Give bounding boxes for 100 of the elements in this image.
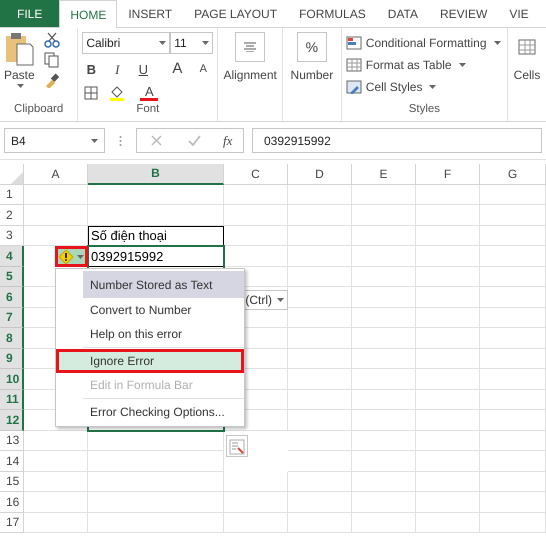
- cell[interactable]: [416, 369, 480, 390]
- cell[interactable]: [416, 266, 480, 287]
- cell[interactable]: [480, 328, 546, 348]
- cell[interactable]: [480, 430, 546, 451]
- cell[interactable]: [416, 328, 480, 348]
- column-header[interactable]: E: [352, 164, 416, 184]
- row-header[interactable]: 5: [0, 266, 24, 287]
- cell[interactable]: [480, 348, 546, 369]
- italic-button[interactable]: I: [108, 60, 126, 79]
- cell[interactable]: [352, 328, 416, 348]
- cell[interactable]: [480, 205, 546, 226]
- cell[interactable]: [24, 205, 88, 226]
- ribbon-tab[interactable]: VIE: [498, 0, 540, 27]
- cell[interactable]: [480, 369, 546, 390]
- cell[interactable]: [416, 451, 480, 472]
- row-header[interactable]: 13: [0, 430, 24, 451]
- cell[interactable]: [288, 348, 352, 369]
- file-tab[interactable]: FILE: [0, 0, 60, 27]
- cell[interactable]: [288, 451, 352, 472]
- cell[interactable]: [352, 308, 416, 328]
- cell[interactable]: [88, 184, 224, 205]
- alignment-icon[interactable]: [235, 32, 266, 62]
- cell[interactable]: [88, 492, 224, 512]
- fill-color-icon[interactable]: [108, 84, 126, 100]
- ribbon-tab[interactable]: REVIEW: [428, 0, 498, 27]
- row-header[interactable]: 17: [0, 512, 24, 533]
- cell[interactable]: Số điện thoại: [88, 226, 224, 246]
- cell[interactable]: [416, 472, 480, 492]
- cell[interactable]: [416, 308, 480, 328]
- cell[interactable]: [480, 287, 546, 308]
- row-header[interactable]: 3: [0, 226, 24, 246]
- cell[interactable]: [24, 472, 88, 492]
- column-header[interactable]: B: [88, 164, 224, 184]
- cell[interactable]: [352, 512, 416, 533]
- ribbon-tab[interactable]: HOME: [59, 0, 118, 28]
- cell[interactable]: [288, 390, 352, 410]
- grow-font-button[interactable]: A: [168, 58, 186, 80]
- cell[interactable]: [24, 184, 88, 205]
- cell[interactable]: [352, 226, 416, 246]
- cell[interactable]: [480, 246, 546, 266]
- cell[interactable]: [224, 512, 288, 533]
- cell[interactable]: [88, 451, 224, 472]
- alignment-button[interactable]: Alignment: [222, 66, 278, 84]
- formula-field[interactable]: 0392915992: [252, 128, 542, 153]
- cell[interactable]: [288, 205, 352, 226]
- cell[interactable]: [224, 184, 288, 205]
- row-header[interactable]: 6: [0, 287, 24, 308]
- percent-button[interactable]: %: [296, 32, 327, 62]
- cell[interactable]: [480, 410, 546, 430]
- column-header[interactable]: D: [288, 164, 352, 184]
- cell[interactable]: [352, 369, 416, 390]
- cell[interactable]: [480, 492, 546, 512]
- menu-item[interactable]: Ignore Error: [56, 349, 244, 373]
- column-header[interactable]: F: [416, 164, 480, 184]
- row-header[interactable]: 14: [0, 451, 24, 472]
- cell[interactable]: [288, 308, 352, 328]
- cell[interactable]: [88, 512, 224, 533]
- cell[interactable]: [352, 205, 416, 226]
- cell[interactable]: [416, 205, 480, 226]
- row-header[interactable]: 8: [0, 328, 24, 348]
- cell[interactable]: [480, 308, 546, 328]
- cell[interactable]: [416, 226, 480, 246]
- cell[interactable]: [288, 492, 352, 512]
- cell[interactable]: [352, 348, 416, 369]
- cell[interactable]: [288, 328, 352, 348]
- row-header[interactable]: 12: [0, 410, 24, 430]
- paste-button[interactable]: Paste: [4, 32, 35, 88]
- row-header[interactable]: 7: [0, 308, 24, 328]
- cell[interactable]: [288, 184, 352, 205]
- row-header[interactable]: 11: [0, 390, 24, 410]
- style-menu-button[interactable]: Conditional Formatting: [346, 32, 503, 54]
- font-name-field[interactable]: Calibri: [82, 32, 170, 54]
- cell[interactable]: [288, 472, 352, 492]
- bold-button[interactable]: B: [82, 60, 100, 79]
- row-header[interactable]: 9: [0, 348, 24, 369]
- cell[interactable]: [352, 287, 416, 308]
- cell[interactable]: [416, 348, 480, 369]
- cell[interactable]: [352, 184, 416, 205]
- number-button[interactable]: Number: [286, 66, 337, 84]
- cell[interactable]: [416, 410, 480, 430]
- cell[interactable]: [480, 226, 546, 246]
- font-size-field[interactable]: 11: [170, 32, 214, 54]
- cell[interactable]: [288, 369, 352, 390]
- cell[interactable]: [352, 246, 416, 266]
- cell[interactable]: [352, 266, 416, 287]
- cell[interactable]: [416, 430, 480, 451]
- cell[interactable]: [224, 226, 288, 246]
- cell[interactable]: [480, 184, 546, 205]
- ribbon-tab[interactable]: PAGE LAYOUT: [183, 0, 288, 27]
- cell[interactable]: [480, 266, 546, 287]
- column-header[interactable]: C: [224, 164, 288, 184]
- cell[interactable]: [288, 266, 352, 287]
- cell[interactable]: [88, 472, 224, 492]
- row-header[interactable]: 10: [0, 369, 24, 390]
- cell[interactable]: [288, 430, 352, 451]
- font-color-button[interactable]: A: [140, 84, 158, 100]
- row-header[interactable]: 15: [0, 472, 24, 492]
- name-box[interactable]: B4: [4, 128, 105, 153]
- cell[interactable]: [24, 451, 88, 472]
- menu-item[interactable]: Help on this error: [56, 322, 244, 346]
